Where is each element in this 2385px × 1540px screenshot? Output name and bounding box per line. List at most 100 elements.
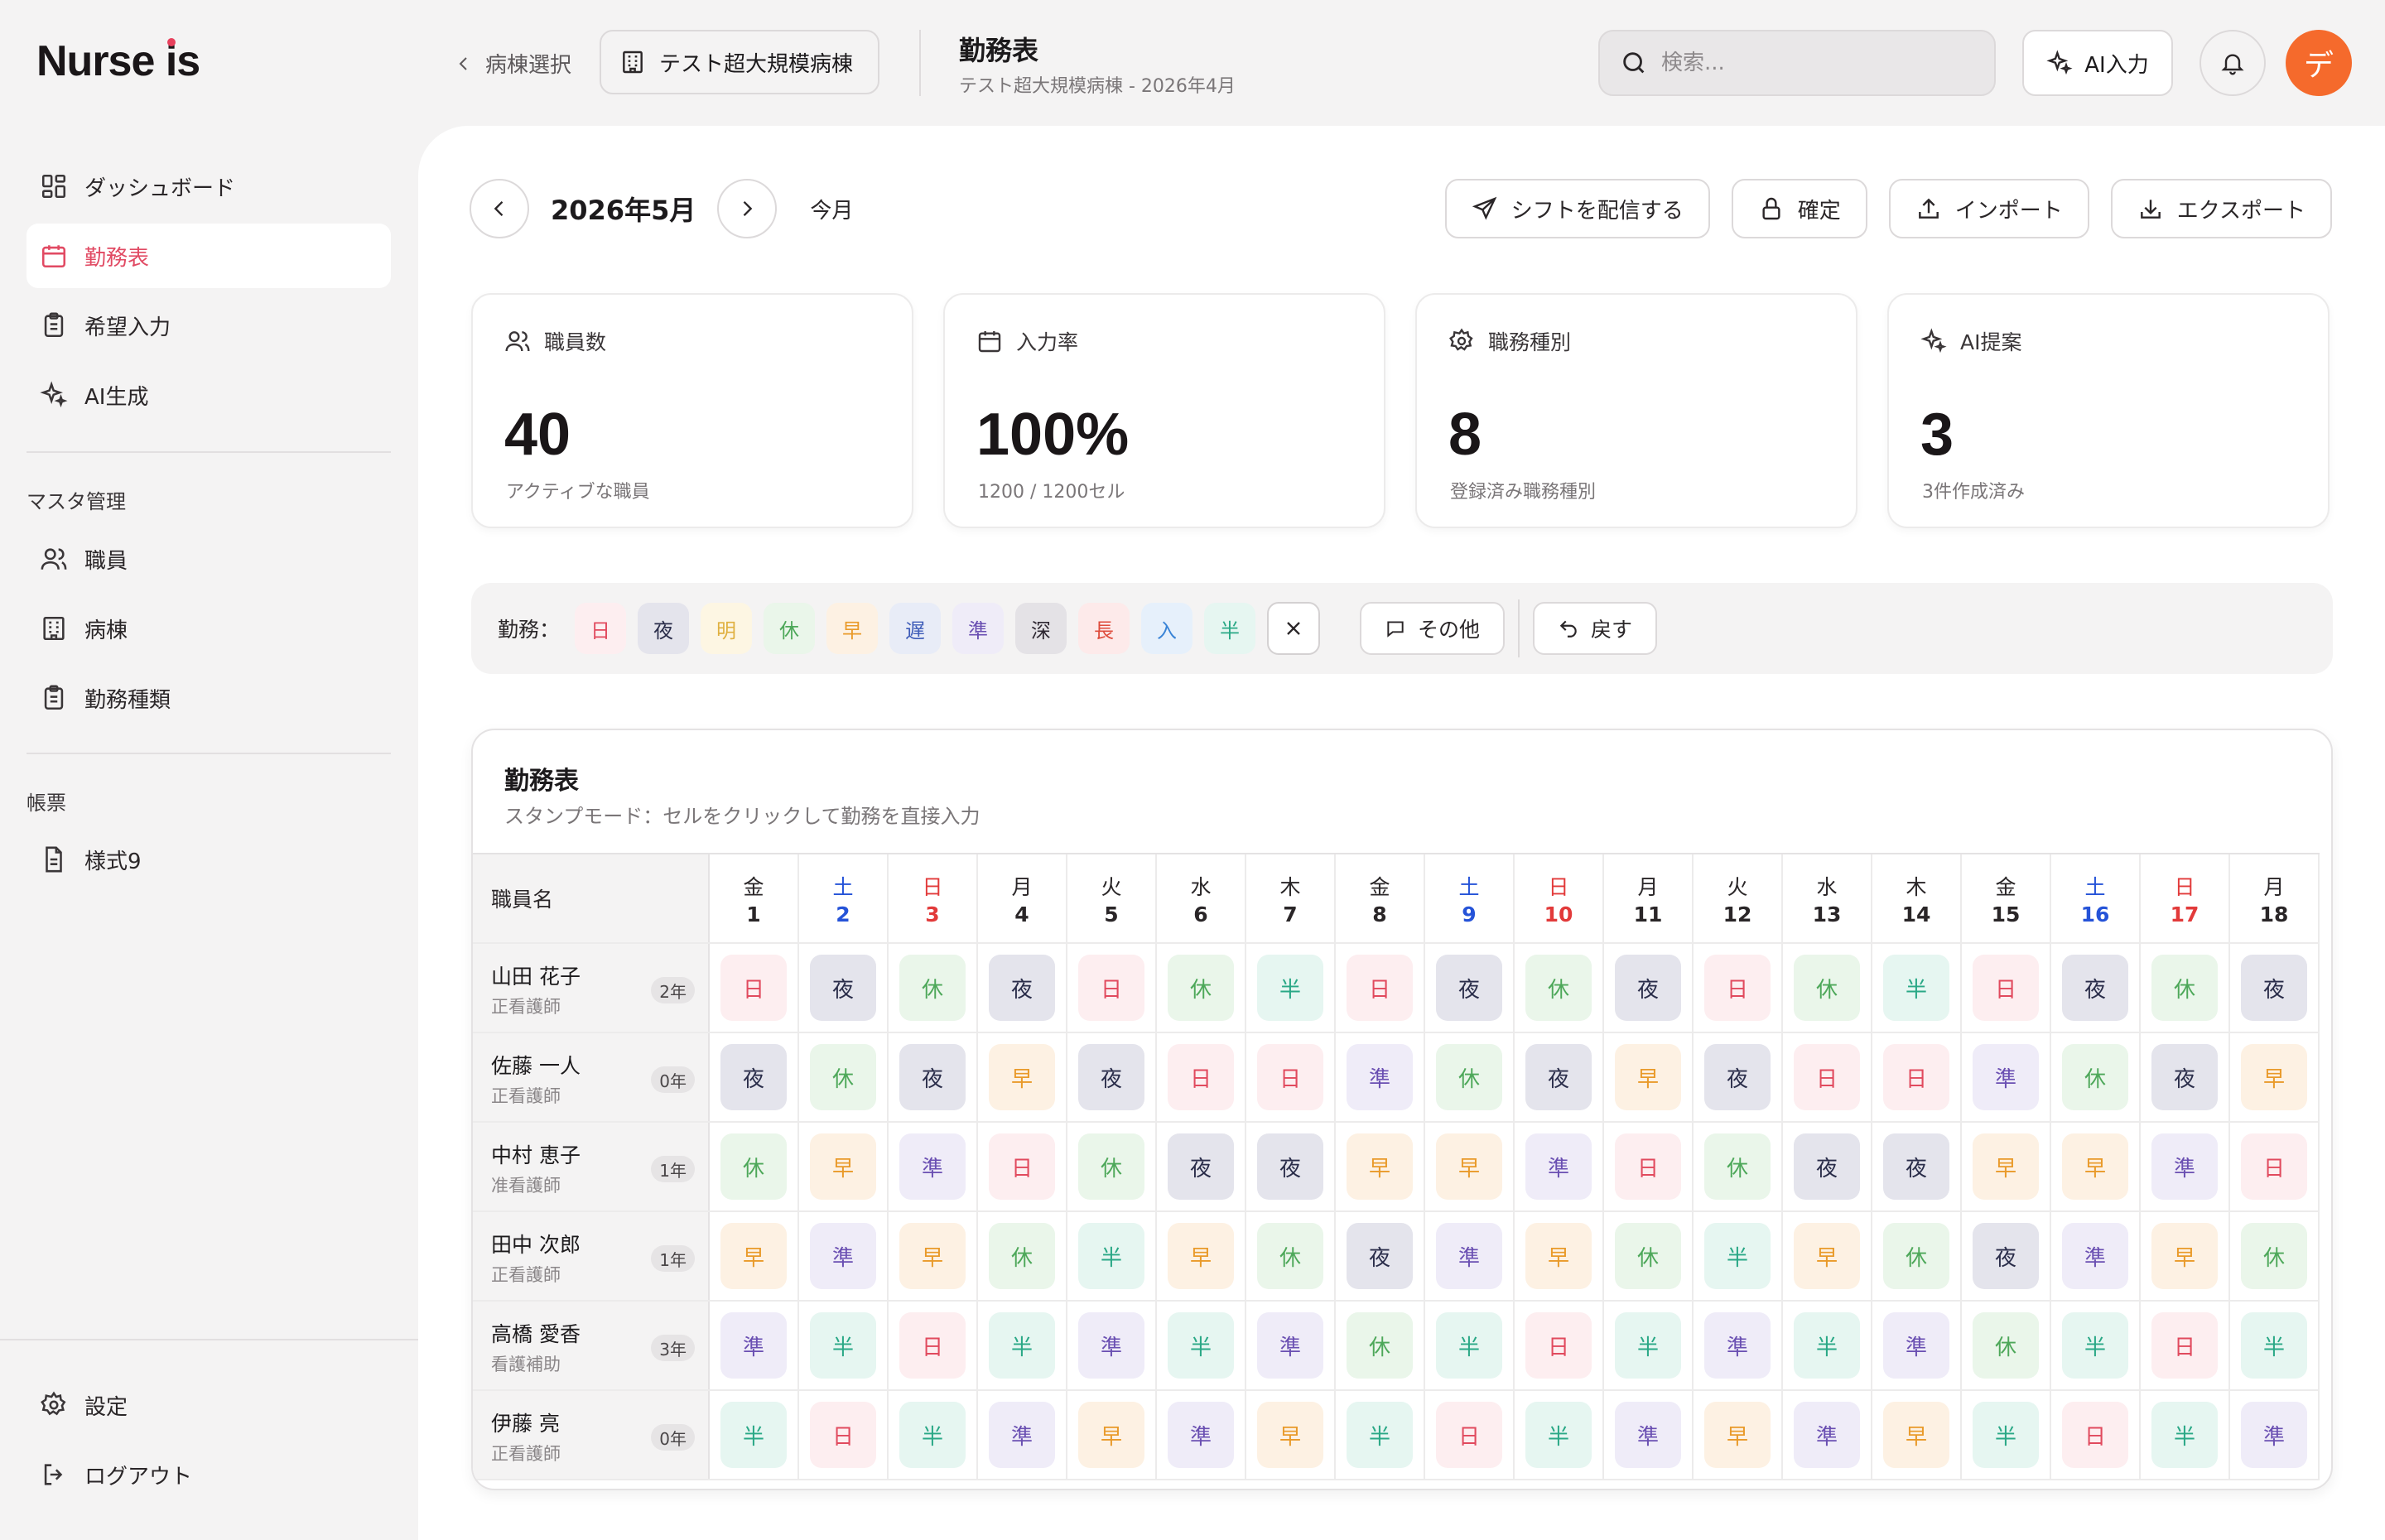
clear-stamp-button[interactable] — [1267, 602, 1321, 655]
shift-cell[interactable]: 休 — [1347, 1312, 1413, 1379]
shift-cell[interactable]: 半 — [1704, 1223, 1771, 1289]
shift-cell[interactable]: 日 — [1525, 1312, 1592, 1379]
shift-cell[interactable]: 休 — [2151, 955, 2218, 1021]
search-box[interactable] — [1598, 30, 1996, 96]
shift-cell[interactable]: 休 — [1973, 1312, 2039, 1379]
next-month-button[interactable] — [717, 179, 778, 238]
shift-cell[interactable]: 日 — [2241, 1133, 2307, 1200]
shift-cell[interactable]: 半 — [899, 1402, 966, 1468]
shift-cell[interactable]: 夜 — [720, 1044, 787, 1110]
nav-wards[interactable]: 病棟 — [26, 596, 391, 661]
stamp-夜[interactable]: 夜 — [638, 603, 690, 654]
shift-cell[interactable]: 早 — [2062, 1133, 2128, 1200]
undo-button[interactable]: 戻す — [1533, 602, 1658, 655]
shift-cell[interactable]: 日 — [1347, 955, 1413, 1021]
shift-cell[interactable]: 休 — [1883, 1223, 1949, 1289]
shift-cell[interactable]: 日 — [1794, 1044, 1860, 1110]
shift-cell[interactable]: 休 — [810, 1044, 876, 1110]
shift-cell[interactable]: 準 — [1704, 1312, 1771, 1379]
shift-cell[interactable]: 夜 — [1794, 1133, 1860, 1200]
shift-cell[interactable]: 夜 — [2241, 955, 2307, 1021]
shift-cell[interactable]: 準 — [1436, 1223, 1502, 1289]
shift-cell[interactable]: 休 — [1615, 1223, 1681, 1289]
shift-cell[interactable]: 夜 — [1704, 1044, 1771, 1110]
shift-cell[interactable]: 休 — [1525, 955, 1592, 1021]
nav-settings[interactable]: 設定 — [26, 1373, 391, 1437]
shift-cell[interactable]: 早 — [1883, 1402, 1949, 1468]
stamp-早[interactable]: 早 — [826, 603, 879, 654]
shift-cell[interactable]: 早 — [1525, 1223, 1592, 1289]
stamp-長[interactable]: 長 — [1078, 603, 1130, 654]
notifications-button[interactable] — [2200, 30, 2266, 96]
shift-cell[interactable]: 準 — [1347, 1044, 1413, 1110]
back-to-ward-select[interactable]: 病棟選択 — [454, 48, 571, 79]
shift-cell[interactable]: 日 — [1704, 955, 1771, 1021]
shift-cell[interactable]: 休 — [1704, 1133, 1771, 1200]
shift-cell[interactable]: 早 — [1615, 1044, 1681, 1110]
shift-cell[interactable]: 準 — [2241, 1402, 2307, 1468]
stamp-明[interactable]: 明 — [701, 603, 753, 654]
shift-cell[interactable]: 早 — [989, 1044, 1055, 1110]
shift-cell[interactable]: 夜 — [1078, 1044, 1144, 1110]
shift-cell[interactable]: 早 — [1168, 1223, 1234, 1289]
shift-cell[interactable]: 日 — [1883, 1044, 1949, 1110]
shift-cell[interactable]: 夜 — [1257, 1133, 1323, 1200]
confirm-button[interactable]: 確定 — [1731, 179, 1867, 238]
shift-cell[interactable]: 夜 — [899, 1044, 966, 1110]
shift-cell[interactable]: 準 — [1078, 1312, 1144, 1379]
shift-cell[interactable]: 休 — [1168, 955, 1234, 1021]
shift-cell[interactable]: 半 — [1347, 1402, 1413, 1468]
shift-cell[interactable]: 準 — [720, 1312, 787, 1379]
shift-cell[interactable]: 夜 — [1525, 1044, 1592, 1110]
shift-cell[interactable]: 休 — [899, 955, 966, 1021]
shift-cell[interactable]: 休 — [720, 1133, 787, 1200]
other-button[interactable]: その他 — [1360, 602, 1506, 655]
shift-cell[interactable]: 早 — [1436, 1133, 1502, 1200]
shift-cell[interactable]: 休 — [2062, 1044, 2128, 1110]
stamp-半[interactable]: 半 — [1204, 603, 1256, 654]
nav-dashboard[interactable]: ダッシュボード — [26, 154, 391, 219]
shift-cell[interactable]: 早 — [899, 1223, 966, 1289]
shift-cell[interactable]: 日 — [1436, 1402, 1502, 1468]
shift-cell[interactable]: 準 — [2062, 1223, 2128, 1289]
shift-cell[interactable]: 半 — [1168, 1312, 1234, 1379]
shift-cell[interactable]: 休 — [989, 1223, 1055, 1289]
shift-cell[interactable]: 夜 — [2151, 1044, 2218, 1110]
shift-cell[interactable]: 半 — [2151, 1402, 2218, 1468]
shift-cell[interactable]: 夜 — [1436, 955, 1502, 1021]
nav-ai-generate[interactable]: AI生成 — [26, 363, 391, 427]
nav-logout[interactable]: ログアウト — [26, 1442, 391, 1507]
shift-cell[interactable]: 準 — [2151, 1133, 2218, 1200]
shift-cell[interactable]: 早 — [1704, 1402, 1771, 1468]
shift-cell[interactable]: 日 — [1257, 1044, 1323, 1110]
stamp-日[interactable]: 日 — [575, 603, 627, 654]
shift-cell[interactable]: 早 — [1257, 1402, 1323, 1468]
nav-requests[interactable]: 希望入力 — [26, 293, 391, 358]
shift-cell[interactable]: 日 — [810, 1402, 876, 1468]
shift-cell[interactable]: 半 — [2062, 1312, 2128, 1379]
nav-staff[interactable]: 職員 — [26, 527, 391, 591]
shift-cell[interactable]: 日 — [1168, 1044, 1234, 1110]
export-button[interactable]: エクスポート — [2110, 179, 2332, 238]
shift-cell[interactable]: 準 — [1883, 1312, 1949, 1379]
shift-cell[interactable]: 早 — [810, 1133, 876, 1200]
shift-cell[interactable]: 準 — [1973, 1044, 2039, 1110]
shift-cell[interactable]: 日 — [2151, 1312, 2218, 1379]
stamp-休[interactable]: 休 — [764, 603, 816, 654]
shift-cell[interactable]: 夜 — [1347, 1223, 1413, 1289]
publish-shift-button[interactable]: シフトを配信する — [1444, 179, 1710, 238]
shift-cell[interactable]: 休 — [1436, 1044, 1502, 1110]
shift-cell[interactable]: 早 — [1078, 1402, 1144, 1468]
nav-roster[interactable]: 勤務表 — [26, 224, 391, 288]
shift-cell[interactable]: 半 — [1525, 1402, 1592, 1468]
shift-cell[interactable]: 半 — [1883, 955, 1949, 1021]
shift-cell[interactable]: 準 — [1615, 1402, 1681, 1468]
search-input[interactable] — [1661, 51, 1976, 75]
shift-cell[interactable]: 半 — [1078, 1223, 1144, 1289]
shift-cell[interactable]: 休 — [2241, 1223, 2307, 1289]
shift-cell[interactable]: 準 — [1794, 1402, 1860, 1468]
shift-cell[interactable]: 準 — [1168, 1402, 1234, 1468]
shift-cell[interactable]: 日 — [989, 1133, 1055, 1200]
shift-cell[interactable]: 準 — [1525, 1133, 1592, 1200]
stamp-準[interactable]: 準 — [952, 603, 1005, 654]
